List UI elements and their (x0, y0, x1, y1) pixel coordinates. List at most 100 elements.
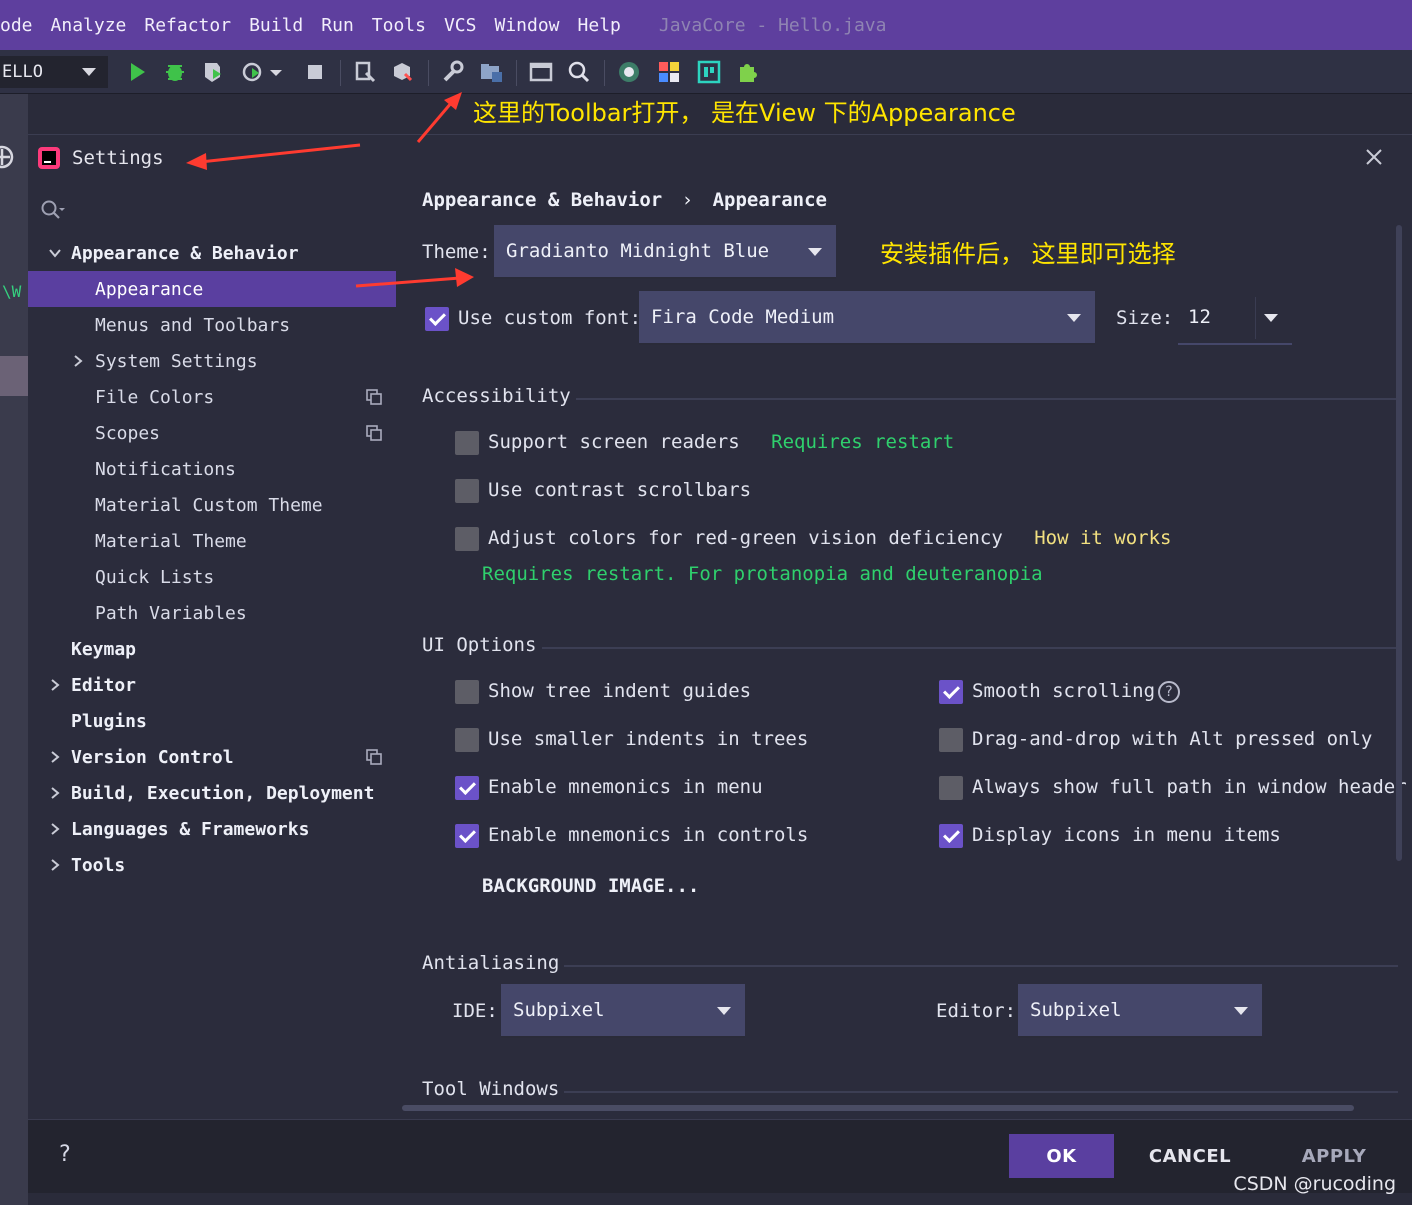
red-green-note: Requires restart. For protanopia and deu… (482, 563, 1043, 585)
full-path-header-checkbox[interactable] (939, 776, 963, 800)
mnemonics-menu-checkbox[interactable] (455, 776, 479, 800)
sidebar-item-path-variables[interactable]: Path Variables (28, 595, 396, 631)
sidebar-item-material-theme[interactable]: Material Theme (28, 523, 396, 559)
red-green-deficiency-checkbox[interactable] (455, 527, 479, 551)
coverage-icon[interactable] (200, 59, 226, 85)
sidebar-item-label: Scopes (95, 422, 161, 444)
drag-drop-alt-checkbox[interactable] (939, 728, 963, 752)
settings-dialog: Settings Appearance & Behavior Appearanc… (28, 134, 1412, 1193)
search-icon[interactable] (40, 199, 66, 221)
run-configuration-select[interactable]: ELLO (0, 56, 108, 88)
help-button[interactable]: ? (58, 1142, 71, 1167)
red-green-deficiency-label: Adjust colors for red-green vision defic… (488, 527, 1172, 549)
sidebar-item-system-settings[interactable]: System Settings (28, 343, 396, 379)
build-icon[interactable] (352, 59, 378, 85)
smooth-scrolling-checkbox[interactable] (939, 680, 963, 704)
sidebar-item-notifications[interactable]: Notifications (28, 451, 396, 487)
project-level-icon (366, 425, 382, 441)
menu-item-help[interactable]: Help (578, 15, 621, 36)
contrast-scrollbars-checkbox[interactable] (455, 479, 479, 503)
settings-wrench-icon[interactable] (440, 59, 466, 85)
toolbar-separator (604, 60, 605, 86)
breadcrumb-separator: › (681, 189, 694, 211)
sidebar-item-scopes[interactable]: Scopes (28, 415, 396, 451)
sidebar-item-appearance-behavior[interactable]: Appearance & Behavior (28, 235, 396, 271)
sidebar-item-plugins[interactable]: Plugins (28, 703, 396, 739)
menu-item-window[interactable]: Window (494, 15, 559, 36)
sidebar-item-tools[interactable]: Tools (28, 847, 396, 883)
theme-label: Theme: (422, 241, 491, 263)
sidebar-item-label: Build, Execution, Deployment (71, 782, 375, 804)
run-icon[interactable] (124, 59, 150, 85)
debug-icon[interactable] (162, 59, 188, 85)
apply-button[interactable]: APPLY (1282, 1134, 1386, 1178)
section-divider (564, 1091, 1398, 1093)
qr-icon[interactable] (696, 59, 722, 85)
editor-antialiasing-select[interactable]: Subpixel (1018, 984, 1262, 1038)
menu-item-run[interactable]: Run (321, 15, 354, 36)
section-divider (542, 647, 1398, 649)
smaller-indents-checkbox[interactable] (455, 728, 479, 752)
how-it-works-link[interactable]: How it works (1034, 527, 1171, 549)
sidebar-item-keymap[interactable]: Keymap (28, 631, 396, 667)
menu-item-analyze[interactable]: Analyze (51, 15, 127, 36)
smaller-indents-label: Use smaller indents in trees (488, 728, 809, 750)
ide-antialiasing-select[interactable]: Subpixel (501, 984, 745, 1038)
run-configuration-label: ELLO (2, 62, 43, 82)
gear-icon (0, 145, 14, 169)
accessibility-section-title: Accessibility (422, 385, 571, 407)
size-label: Size: (1116, 307, 1174, 329)
background-image-button[interactable]: BACKGROUND IMAGE... (482, 875, 699, 897)
contrast-scrollbars-label: Use contrast scrollbars (488, 479, 752, 501)
theme-select[interactable]: Gradianto Midnight Blue (494, 225, 836, 279)
rebuild-icon[interactable] (390, 59, 416, 85)
vertical-scrollbar[interactable] (1396, 225, 1402, 861)
sidebar-item-editor[interactable]: Editor (28, 667, 396, 703)
menu-item-refactor[interactable]: Refactor (144, 15, 231, 36)
breadcrumb-parent[interactable]: Appearance & Behavior (422, 189, 662, 211)
sidebar-item-languages-frameworks[interactable]: Languages & Frameworks (28, 811, 396, 847)
menu-icons-checkbox[interactable] (939, 824, 963, 848)
sidebar-item-label: Plugins (71, 710, 147, 732)
stop-icon[interactable] (302, 59, 328, 85)
menu-icons-label: Display icons in menu items (972, 824, 1281, 846)
sidebar-item-label: Appearance & Behavior (71, 242, 299, 264)
menu-item-tools[interactable]: Tools (372, 15, 426, 36)
font-size-field[interactable]: 12 (1178, 291, 1292, 345)
close-icon[interactable] (1364, 147, 1384, 167)
search-icon[interactable] (566, 59, 592, 85)
sidebar-item-menus-toolbars[interactable]: Menus and Toolbars (28, 307, 396, 343)
sidebar-item-build-execution-deployment[interactable]: Build, Execution, Deployment (28, 775, 396, 811)
terminal-icon[interactable] (528, 59, 554, 85)
support-screen-readers-checkbox[interactable] (455, 431, 479, 455)
use-custom-font-checkbox[interactable] (425, 307, 449, 331)
color-grid-icon[interactable] (656, 59, 682, 85)
project-path-fragment: \W (2, 282, 22, 301)
cancel-button[interactable]: CANCEL (1138, 1134, 1242, 1178)
puzzle-icon[interactable] (734, 59, 760, 85)
sidebar-item-material-custom-theme[interactable]: Material Custom Theme (28, 487, 396, 523)
project-structure-icon[interactable] (478, 59, 504, 85)
sidebar-item-file-colors[interactable]: File Colors (28, 379, 396, 415)
horizontal-scrollbar[interactable] (402, 1105, 1354, 1111)
menu-item-code[interactable]: ode (0, 15, 33, 36)
project-level-icon (366, 389, 382, 405)
help-question-icon[interactable]: ? (1158, 681, 1180, 703)
profile-icon[interactable] (240, 59, 266, 85)
sidebar-item-version-control[interactable]: Version Control (28, 739, 396, 775)
requires-restart-note: Requires restart (771, 431, 955, 453)
settings-content: Appearance & Behavior › Appearance Theme… (396, 185, 1412, 1119)
breadcrumb-current: Appearance (712, 189, 827, 211)
menu-item-vcs[interactable]: VCS (444, 15, 477, 36)
mnemonics-controls-checkbox[interactable] (455, 824, 479, 848)
ok-button[interactable]: OK (1009, 1134, 1114, 1178)
sidebar-item-quick-lists[interactable]: Quick Lists (28, 559, 396, 595)
menu-item-build[interactable]: Build (249, 15, 303, 36)
plugin-circle-icon[interactable] (616, 59, 642, 85)
sidebar-item-label: Keymap (71, 638, 137, 660)
font-select[interactable]: Fira Code Medium (639, 291, 1095, 345)
chevron-down-icon (1264, 314, 1278, 322)
chevron-down-icon[interactable] (268, 59, 284, 85)
sidebar-item-appearance[interactable]: Appearance (28, 271, 396, 307)
tree-indent-guides-checkbox[interactable] (455, 680, 479, 704)
